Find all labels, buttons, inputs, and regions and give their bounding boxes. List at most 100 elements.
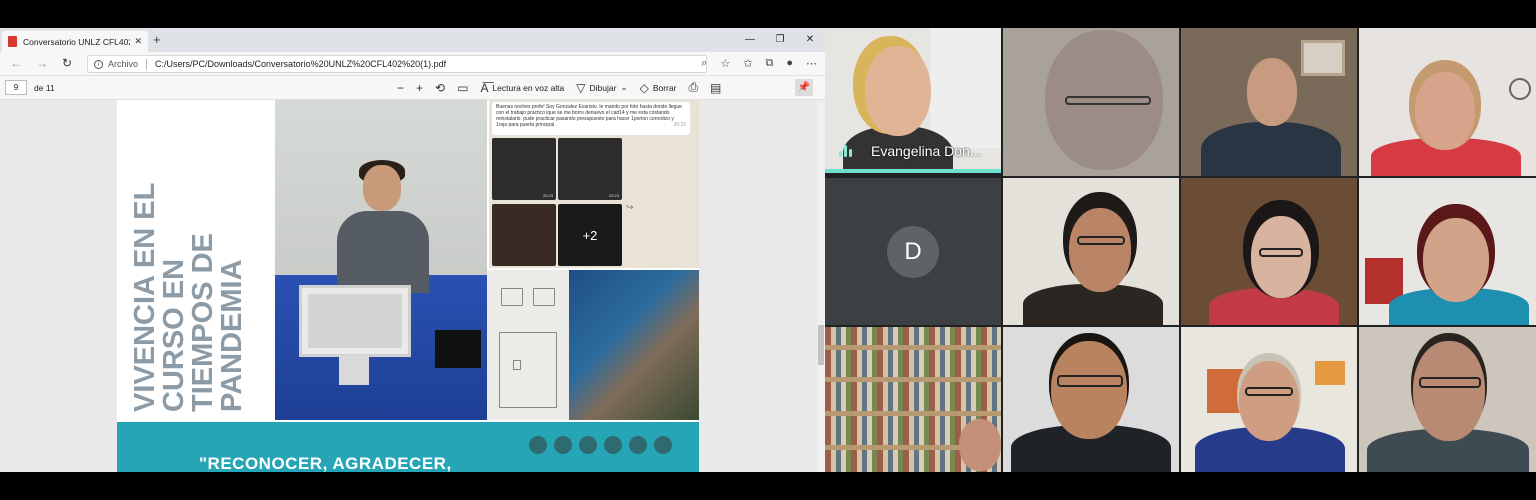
read-aloud-button[interactable]: A͞ Lectura en voz alta [480, 81, 564, 95]
participant-tile[interactable] [1359, 327, 1536, 472]
close-window-button[interactable]: ✕ [795, 28, 825, 52]
draw-button[interactable]: ▽ Dibujar ⌄ [576, 81, 627, 95]
quote-banner: "RECONOCER, AGRADECER, [117, 422, 699, 472]
wall-frame [1301, 40, 1345, 76]
glasses [1259, 248, 1303, 257]
video-call-grid: Evangelina Don... D [825, 28, 1536, 472]
chat-bubble: Buenas noches profe! Soy Gonzalez Evaris… [492, 102, 690, 135]
erase-button[interactable]: ◇ Borrar [640, 81, 677, 95]
fit-page-icon[interactable]: ▭ [457, 81, 468, 95]
tab-title: Conversatorio UNLZ CFL402 (1).p [23, 36, 131, 47]
scrollbar-thumb[interactable] [818, 325, 824, 365]
participant-avatar: D [887, 226, 939, 278]
audio-level-icon [839, 145, 852, 157]
glasses [1245, 387, 1293, 396]
glasses [1077, 236, 1125, 245]
rotate-icon[interactable]: ⟲ [435, 81, 445, 95]
thumbnail-time: 20:23 [608, 193, 619, 198]
read-aloud-icon: A͞ [480, 80, 489, 95]
chevron-down-icon[interactable]: ⌄ [620, 82, 627, 93]
more-photos-thumbnail: +2 [558, 204, 622, 266]
minimize-button[interactable]: — [735, 28, 765, 52]
thumbnail-time: 20:23 [542, 193, 553, 198]
pdf-tools: − + ⟲ ▭ A͞ Lectura en voz alta ▽ Dibujar ⌄ … [397, 80, 721, 95]
tab-pdf[interactable]: Conversatorio UNLZ CFL402 (1).p ✕ [2, 31, 148, 52]
maximize-button[interactable]: ❐ [765, 28, 795, 52]
participant-face [865, 46, 931, 136]
browser-window: Conversatorio UNLZ CFL402 (1).p ✕ + — ❐ … [0, 28, 825, 472]
window-controls: — ❐ ✕ [735, 28, 825, 52]
participant-tile[interactable]: D [825, 178, 1001, 325]
chat-screenshot: Buenas noches profe! Soy Gonzalez Evaris… [489, 100, 699, 268]
participant-tile[interactable] [1003, 178, 1179, 325]
technical-sketch [487, 270, 569, 420]
more-photos-count: +2 [582, 227, 598, 243]
wall-clock-icon [1509, 78, 1531, 100]
pdf-toolbar: 9 de 11 − + ⟲ ▭ A͞ Lectura en voz alta ▽ D… [0, 76, 825, 100]
tab-close-icon[interactable]: ✕ [134, 36, 142, 47]
page-number-input[interactable]: 9 [5, 80, 27, 95]
info-icon[interactable]: i [94, 59, 103, 69]
participant-tile-speaker[interactable]: Evangelina Don... [825, 28, 1001, 173]
favorite-star-icon[interactable]: ☆ [720, 57, 730, 70]
participant-tile[interactable] [1181, 28, 1357, 176]
monitor-stand [339, 355, 369, 385]
participant-face [1051, 341, 1127, 439]
forward-icon: ↪ [626, 202, 634, 212]
participant-tile[interactable] [1359, 178, 1536, 325]
person-icon [654, 436, 672, 454]
pin-icon: 📌 [797, 82, 811, 93]
address-separator [146, 58, 148, 70]
pdf-viewer[interactable]: VIVENCIA EN EL CURSO EN TIEMPOS DE PANDE… [0, 100, 825, 472]
background-shelf [930, 28, 1001, 148]
favorites-list-icon[interactable]: ✩ [743, 57, 752, 70]
photo-collage [569, 270, 699, 420]
back-arrow-icon[interactable]: ← [10, 56, 22, 70]
forward-arrow-icon[interactable]: → [36, 56, 48, 70]
vertical-scrollbar[interactable] [817, 100, 825, 472]
collections-icon[interactable]: ⧉ [765, 57, 773, 70]
zoom-icon[interactable]: ⌕ [701, 57, 707, 70]
browser-toolbar-icons: ⌕ ☆ ✩ ⧉ ● ⋯ [701, 57, 817, 70]
address-bar-row: ← → ↻ i Archivo C:/Users/PC/Downloads/Co… [0, 52, 825, 76]
profile-avatar-icon[interactable]: ● [786, 57, 793, 70]
computer-tower [435, 330, 481, 368]
participant-tile[interactable] [1181, 327, 1357, 472]
participant-face [1239, 361, 1299, 441]
person-icon [604, 436, 622, 454]
sketch-shape [501, 288, 523, 306]
banner-quote: "RECONOCER, AGRADECER, [199, 454, 452, 472]
chat-time: 20:22 [673, 122, 686, 128]
eraser-icon: ◇ [639, 80, 649, 95]
address-bar[interactable]: i Archivo C:/Users/PC/Downloads/Conversa… [87, 55, 707, 73]
more-options-icon[interactable]: ⋯ [806, 57, 817, 70]
print-icon[interactable]: ⎙ [688, 80, 698, 95]
thumbnail: 20:23 [558, 138, 622, 200]
chat-message: Buenas noches profe! Soy Gonzalez Evaris… [496, 104, 682, 128]
student-figure [337, 160, 429, 293]
save-icon[interactable]: ▤ [710, 81, 721, 95]
refresh-icon[interactable]: ↻ [62, 56, 72, 70]
participant-name: Evangelina Don... [871, 143, 982, 159]
participant-tile[interactable] [825, 327, 1001, 472]
draw-pen-icon: ▽ [576, 80, 586, 95]
participant-tile[interactable] [1359, 28, 1536, 176]
participant-tile[interactable] [1003, 327, 1179, 472]
url-text[interactable]: C:/Users/PC/Downloads/Conversatorio%20UN… [155, 59, 446, 69]
sketch-shape [513, 360, 521, 370]
wall-painting [1315, 361, 1345, 385]
pin-toolbar-button[interactable]: 📌 [795, 79, 813, 96]
zoom-out-icon[interactable]: − [397, 81, 404, 95]
new-tab-button[interactable]: + [153, 32, 161, 47]
participant-face [1247, 58, 1297, 126]
participant-face [1413, 341, 1485, 441]
student-photo [275, 100, 487, 420]
sketch-shape [499, 332, 557, 408]
chat-thumbnails: 20:23 20:23 +2 [492, 138, 622, 266]
zoom-in-icon[interactable]: + [416, 81, 423, 95]
glasses [1419, 377, 1481, 388]
participant-tile[interactable] [1003, 28, 1179, 176]
glasses [1065, 96, 1151, 105]
participant-tile[interactable] [1181, 178, 1357, 325]
person-icon [629, 436, 647, 454]
